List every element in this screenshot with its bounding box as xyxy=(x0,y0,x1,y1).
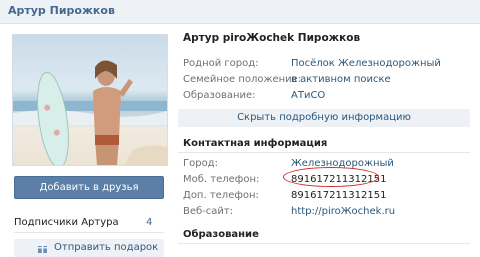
subscribers-link[interactable]: Подписчики Артура xyxy=(14,217,119,228)
mobile-phone-label: Моб. телефон: xyxy=(183,174,260,185)
toggle-details-button[interactable]: Скрыть подробную информацию xyxy=(178,109,470,127)
send-gift-button[interactable]: Отправить подарок xyxy=(14,239,164,257)
city-label: Город: xyxy=(183,158,218,169)
extra-phone-label: Доп. телефон: xyxy=(183,190,259,201)
left-column: Добавить в друзья Подписчики Артура 4 От… xyxy=(0,24,170,257)
subscribers-count: 4 xyxy=(146,217,153,228)
left-divider xyxy=(14,232,164,233)
send-gift-label: Отправить подарок xyxy=(54,242,159,253)
relationship-value[interactable]: в активном поиске xyxy=(291,74,391,85)
extra-phone-value: 891617211312151 xyxy=(291,190,387,201)
profile-photo[interactable] xyxy=(12,34,168,166)
website-link[interactable]: http://piroЖochek.ru xyxy=(291,206,395,217)
profile-photo-image xyxy=(13,60,167,165)
profile-header-bar: Артур Пирожков xyxy=(0,0,480,24)
education-divider xyxy=(178,243,470,244)
contacts-divider xyxy=(178,152,470,153)
add-friend-button[interactable]: Добавить в друзья xyxy=(14,176,164,199)
hometown-label: Родной город: xyxy=(183,58,259,69)
hometown-value[interactable]: Посёлок Железнодорожный xyxy=(291,58,441,69)
education-value[interactable]: АТиСО xyxy=(291,90,325,101)
website-label: Веб-сайт: xyxy=(183,206,234,217)
education-section-title: Образование xyxy=(183,229,259,240)
education-label: Образование: xyxy=(183,90,256,101)
contacts-section-title: Контактная информация xyxy=(183,138,328,149)
profile-name: Артур piroЖochek Пирожков xyxy=(183,32,361,44)
relationship-label: Семейное положение: xyxy=(183,74,302,85)
gift-icon xyxy=(38,243,47,253)
mobile-phone-highlight xyxy=(283,167,379,187)
profile-header-title[interactable]: Артур Пирожков xyxy=(8,4,115,17)
